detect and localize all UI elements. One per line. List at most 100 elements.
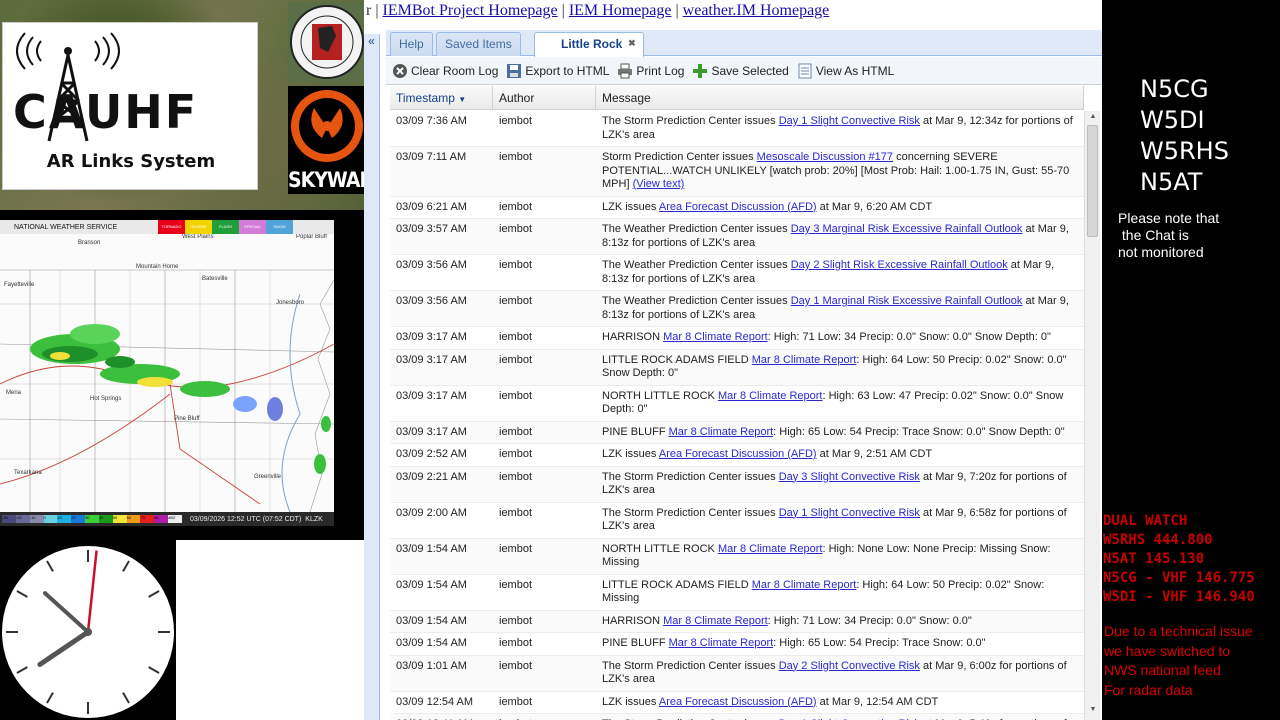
city-label: Mena	[6, 390, 22, 396]
message-row[interactable]: 03/09 3:57 AM iembot The Weather Predictio…	[390, 219, 1084, 255]
cell-message: LZK issues Area Forecast Discussion (AFD…	[596, 197, 1084, 219]
vertical-scrollbar[interactable]: ▲ ▼	[1084, 111, 1100, 720]
radar-map: Branson West Plains Poplar Bluff Mountai…	[0, 234, 334, 512]
city-label: Branson	[78, 240, 101, 246]
message-text: The Weather Prediction Center issues	[602, 295, 791, 307]
message-text: LZK issues	[602, 448, 659, 460]
cell-message: The Weather Prediction Center issues Day…	[596, 291, 1084, 326]
product-link[interactable]: Mar 8 Climate Report	[752, 579, 857, 591]
message-row[interactable]: 03/09 1:54 AM iembot PINE BLUFF Mar 8 Clim…	[390, 633, 1084, 656]
cell-author: iembot	[499, 637, 533, 649]
product-link[interactable]: Mar 8 Climate Report	[669, 637, 774, 649]
product-link[interactable]: Mar 8 Climate Report	[718, 543, 823, 555]
message-row[interactable]: 03/09 2:00 AM iembot The Storm Prediction …	[390, 503, 1084, 539]
tab-saved-items[interactable]: Saved Items	[436, 32, 521, 56]
view-text-link[interactable]: (View text)	[633, 178, 685, 190]
weatherim-homepage-link[interactable]: weather.IM Homepage	[683, 2, 830, 19]
tab-help[interactable]: Help	[390, 32, 433, 56]
product-link[interactable]: Area Forecast Discussion (AFD)	[659, 696, 817, 708]
tab-little-rock[interactable]: Little Rock ✖	[534, 32, 645, 57]
scroll-up-icon[interactable]: ▲	[1085, 113, 1101, 125]
cell-timestamp: 03/09 3:56 AM	[396, 295, 467, 307]
message-row[interactable]: 03/09 2:21 AM iembot The Storm Prediction …	[390, 466, 1084, 503]
message-row[interactable]: 03/09 7:11 AM iembot Storm Prediction Cent…	[390, 147, 1084, 197]
nav-prefix: r	[366, 2, 372, 19]
top-nav: r | IEMBot Project Homepage | IEM Homepa…	[366, 2, 830, 19]
radar-station: KLZK	[305, 515, 323, 523]
iembot-homepage-link[interactable]: IEMBot Project Homepage	[383, 2, 558, 19]
collapse-sidebar-button[interactable]: «	[364, 34, 380, 720]
message-row[interactable]: 03/09 6:21 AM iembot LZK issues Area Forec…	[390, 197, 1084, 219]
cell-author: iembot	[499, 200, 533, 213]
message-text: Storm Prediction Center issues	[602, 151, 757, 163]
cell-message: HARRISON Mar 8 Climate Report: High: 71 …	[596, 611, 1084, 633]
product-link[interactable]: Day 2 Slight Risk Excessive Rainfall Out…	[791, 259, 1008, 271]
skywarn-logo: SKYWARN	[288, 86, 389, 194]
scale-step: -10	[29, 515, 44, 523]
message-row[interactable]: 03/09 12:54 AM iembot LZK issues Area Fore…	[390, 692, 1084, 714]
message-row[interactable]: 03/09 3:17 AM iembot PINE BLUFF Mar 8 Clim…	[390, 421, 1084, 444]
message-row[interactable]: 03/09 7:36 AM iembot The Storm Prediction …	[390, 111, 1084, 147]
message-row[interactable]: 03/09 3:17 AM iembot HARRISON Mar 8 Climat…	[390, 327, 1084, 350]
cell-message: NORTH LITTLE ROCK Mar 8 Climate Report: …	[596, 386, 1084, 421]
city-label: West Plains	[182, 234, 214, 240]
iem-homepage-link[interactable]: IEM Homepage	[569, 2, 672, 19]
legend-item: TORNADO	[158, 220, 185, 234]
product-link[interactable]: Mar 8 Climate Report	[663, 331, 768, 343]
cell-timestamp: 03/09 1:01 AM	[396, 659, 467, 672]
column-header-message[interactable]: Message	[596, 86, 1084, 110]
button-label: Print Log	[636, 63, 685, 78]
button-label: Clear Room Log	[411, 63, 499, 78]
message-row[interactable]: 03/09 12:41 AMiembotThe Storm Prediction…	[390, 714, 1084, 720]
double-chevron-left-icon: «	[368, 34, 375, 48]
save-selected-button[interactable]: Save Selected	[692, 63, 789, 79]
product-link[interactable]: Mesoscale Discussion #177	[757, 151, 893, 163]
column-header-timestamp[interactable]: Timestamp ▼	[390, 86, 493, 110]
print-log-button[interactable]: Print Log	[617, 63, 684, 79]
cell-message: PINE BLUFF Mar 8 Climate Report: High: 6…	[596, 633, 1084, 655]
cell-author: iembot	[499, 223, 533, 235]
technical-notice: Due to a technical issue we have switche…	[1104, 623, 1253, 698]
product-link[interactable]: Mar 8 Climate Report	[663, 615, 768, 627]
cell-author: iembot	[499, 695, 533, 708]
product-link[interactable]: Area Forecast Discussion (AFD)	[659, 448, 817, 460]
product-link[interactable]: Mar 8 Climate Report	[669, 426, 774, 438]
cell-author: iembot	[499, 295, 533, 307]
message-text: The Storm Prediction Center issues	[602, 659, 779, 672]
document-icon	[797, 63, 813, 79]
message-row[interactable]: 03/09 2:52 AM iembot LZK issues Area Forec…	[390, 444, 1084, 467]
message-row[interactable]: 03/09 3:56 AM iembot The Weather Predictio…	[390, 255, 1084, 291]
product-link[interactable]: Day 2 Slight Convective Risk	[779, 660, 920, 672]
scroll-down-icon[interactable]: ▼	[1085, 706, 1101, 718]
product-link[interactable]: Day 1 Slight Convective Risk	[779, 115, 920, 127]
cell-author: iembot	[493, 714, 596, 720]
cell-timestamp: 03/09 3:57 AM	[396, 223, 467, 235]
message-row[interactable]: 03/09 3:17 AM iembot LITTLE ROCK ADAMS FIE…	[390, 349, 1084, 386]
message-row[interactable]: 03/09 1:54 AM iembot HARRISON Mar 8 Climat…	[390, 610, 1084, 633]
product-link[interactable]: Day 3 Slight Convective Risk	[779, 471, 920, 483]
city-label: Texarkana	[14, 470, 42, 476]
message-row[interactable]: 03/09 1:54 AM iembot LITTLE ROCK ADAMS FIE…	[390, 575, 1084, 611]
export-html-button[interactable]: Export to HTML	[506, 63, 609, 79]
cell-author: iembot	[499, 659, 533, 672]
product-link[interactable]: Area Forecast Discussion (AFD)	[659, 201, 817, 213]
cauhf-wordmark: CAUHF	[13, 85, 199, 139]
view-as-html-button[interactable]: View As HTML	[797, 63, 894, 79]
product-link[interactable]: Mar 8 Climate Report	[718, 390, 823, 402]
message-row[interactable]: 03/09 1:01 AM iembot The Storm Prediction …	[390, 655, 1084, 692]
column-header-author[interactable]: Author	[493, 86, 596, 110]
product-link[interactable]: Day 3 Marginal Risk Excessive Rainfall O…	[791, 223, 1023, 235]
product-link[interactable]: Day 1 Marginal Risk Excessive Rainfall O…	[791, 295, 1023, 307]
cell-author: iembot	[499, 542, 533, 555]
clear-room-log-button[interactable]: Clear Room Log	[392, 63, 498, 79]
clear-icon	[392, 63, 408, 79]
cell-author: iembot	[499, 578, 533, 591]
message-row[interactable]: 03/09 3:56 AM iembot The Weather Predictio…	[390, 291, 1084, 327]
product-link[interactable]: Mar 8 Climate Report	[752, 354, 857, 366]
message-row[interactable]: 03/09 1:54 AM iembot NORTH LITTLE ROCK Mar…	[390, 538, 1084, 575]
scroll-thumb[interactable]	[1087, 125, 1098, 237]
product-link[interactable]: Day 1 Slight Convective Risk	[779, 507, 920, 519]
message-text: The Weather Prediction Center issues	[602, 223, 791, 235]
close-icon[interactable]: ✖	[626, 38, 637, 49]
message-row[interactable]: 03/09 3:17 AM iembot NORTH LITTLE ROCK Mar…	[390, 386, 1084, 422]
